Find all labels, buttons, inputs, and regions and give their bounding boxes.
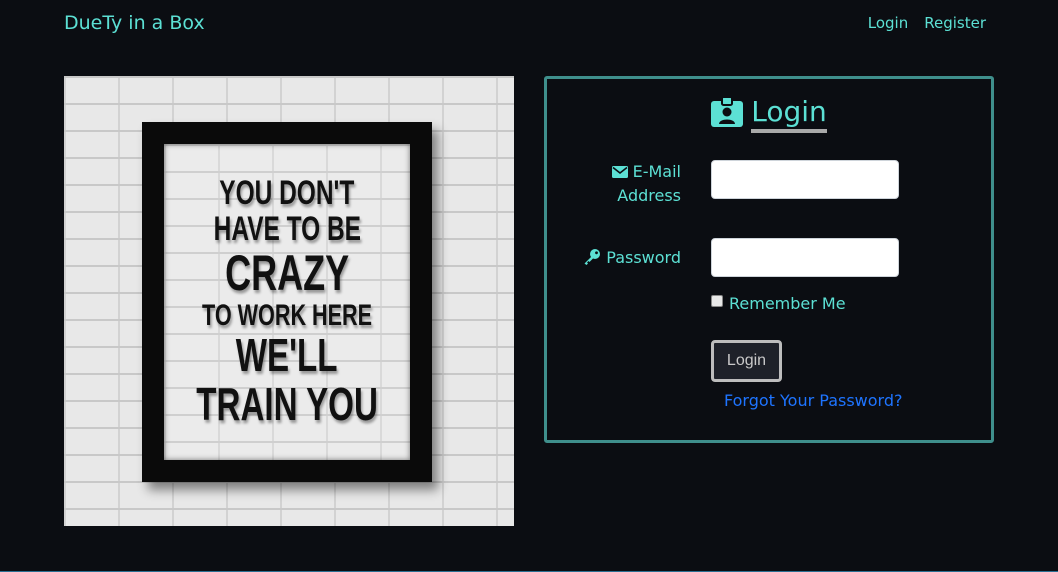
envelope-icon [611,162,633,181]
card-title: Login [547,95,991,133]
email-field[interactable] [711,160,899,199]
email-label: E-Mail Address [611,160,681,208]
id-badge-icon [711,95,744,131]
poster-line: WE'LL [236,329,338,382]
poster-line: TO WORK HERE [201,298,373,332]
navbar: DueTy in a Box Login Register [0,0,1058,50]
password-label-text: Password [606,248,681,267]
picture-frame: YOU DON'T HAVE TO BE CRAZY TO WORK HERE … [142,122,432,482]
password-field[interactable] [711,238,899,277]
remember-me-checkbox[interactable] [711,294,723,307]
login-button[interactable]: Login [711,340,782,382]
remember-me[interactable]: Remember Me [711,294,846,313]
nav-register-link[interactable]: Register [924,14,986,32]
poster-line: HAVE TO BE [213,209,361,248]
login-title: Login [751,95,827,133]
poster-line: TRAIN YOU [196,377,378,430]
email-label-line2: Address [617,186,681,205]
brand-link[interactable]: DueTy in a Box [64,12,205,34]
email-label-line1: E-Mail [632,162,681,181]
login-card: Login E-Mail Address Password Remember M… [544,76,994,443]
password-label: Password [583,246,681,270]
forgot-password-link[interactable]: Forgot Your Password? [724,391,903,410]
nav-login-link[interactable]: Login [868,14,908,32]
remember-me-label: Remember Me [729,294,846,313]
motivational-poster-image: YOU DON'T HAVE TO BE CRAZY TO WORK HERE … [64,76,514,526]
poster-line: YOU DON'T [219,174,355,213]
nav-links: Login Register [868,14,986,32]
poster-text: YOU DON'T HAVE TO BE CRAZY TO WORK HERE … [164,144,410,460]
key-icon [583,248,606,267]
poster-line: CRAZY [225,245,349,302]
